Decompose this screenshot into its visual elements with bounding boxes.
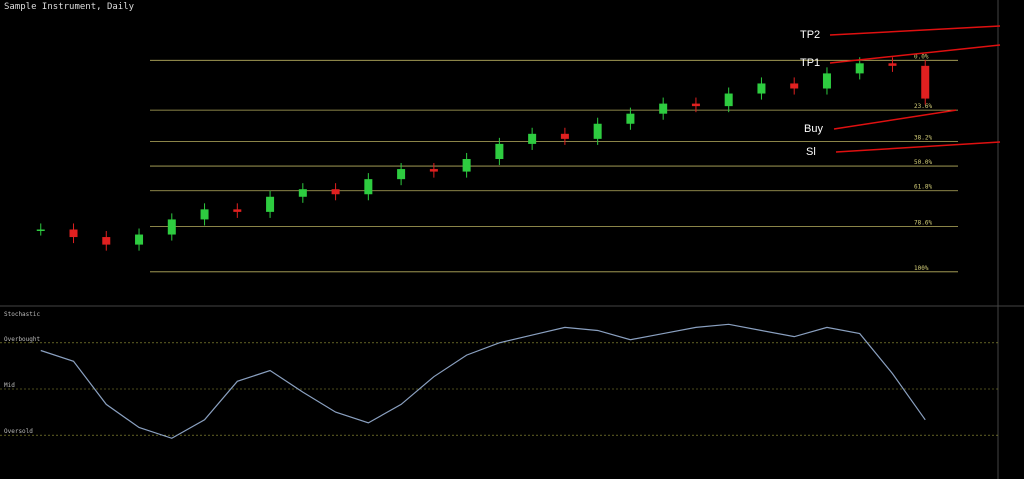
candle-body [69,229,78,238]
callout-label: TP2 [800,29,820,41]
candle-body [429,169,438,172]
callout-label: Sl [806,146,816,158]
candle-body [855,63,864,74]
candle-body [659,103,668,114]
candle-body [921,65,930,99]
candle-body [528,133,537,144]
candle-body [626,113,635,124]
candle-body [364,179,373,195]
fib-level-label: 78.6% [914,219,932,226]
candle-body [495,143,504,159]
candle-body [298,189,307,197]
candle-body [560,133,569,139]
oscillator-level-label: Overbought [4,336,41,343]
candle-body [397,169,406,180]
fib-level-label: 100% [914,265,929,272]
candle-body [331,189,340,195]
chart-window: Sample Instrument, Daily 0.0% 23.6% 38.2% 5… [0,0,1024,479]
oscillator-level-label: Oversold [4,428,33,435]
callout-label: TP1 [800,57,820,69]
candle-body [135,234,144,245]
candle-body [200,209,209,220]
candle-body [822,73,831,89]
candle-body [36,229,45,231]
candle-body [790,83,799,89]
oscillator-title: Stochastic [4,311,41,318]
oscillator-line [40,323,926,439]
callout-label: Buy [804,123,823,135]
candle-body [724,93,733,107]
candle-body [691,103,700,107]
oscillator-level-label: Mid [4,382,15,389]
candle-body [266,196,275,212]
candle-body [593,123,602,139]
candle-body [167,219,176,235]
candle-body [102,237,111,245]
candle-body [757,83,766,94]
fib-level-label: 50.0% [914,159,932,166]
fib-level-label: 38.2% [914,134,932,141]
candle-body [462,159,471,172]
fib-level-label: 23.6% [914,103,932,110]
fib-level-label: 61.8% [914,184,932,191]
price-pane [0,14,1024,304]
candle-body [233,209,242,212]
candle-body [888,63,897,66]
price-chart[interactable]: 0.0%23.6%38.2%50.0%61.8%78.6%100%TP2TP1B… [0,0,1024,479]
